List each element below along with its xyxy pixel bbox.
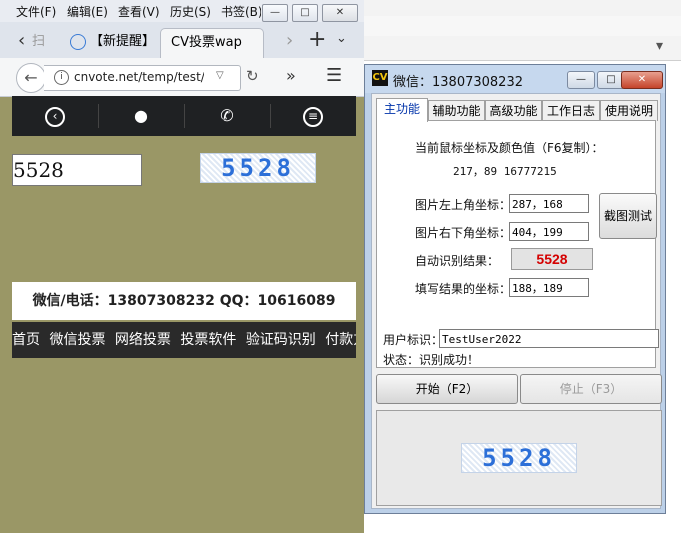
tab-active-label: CV投票wap [171, 35, 242, 50]
hamburger-menu-icon[interactable]: ☰ [326, 65, 342, 86]
background-arrow-icon: ▾ [656, 38, 664, 54]
main-tab-panel: 当前鼠标坐标及颜色值（F6复制）： 217，89 16777215 图片左上角坐… [376, 120, 659, 368]
background-tabbar [356, 16, 681, 37]
captcha-input[interactable]: 5528 [12, 154, 142, 186]
menu-payment[interactable]: 付款方式 [325, 332, 356, 348]
menu-wechat-vote[interactable]: 微信投票 [49, 332, 105, 348]
site-nav: ‹ ● ✆ ≡ [12, 96, 356, 136]
browser-menubar: 文件(F) 编辑(E) 查看(V) 历史(S) 书签(B) — □ ✕ [0, 0, 364, 23]
back-circle-icon[interactable]: ‹ [12, 96, 98, 136]
tool-body: 主功能 辅助功能 高级功能 工作日志 使用说明 当前鼠标坐标及颜色值（F6复制）… [371, 93, 662, 509]
menu-history[interactable]: 历史(S) [170, 3, 211, 20]
bottom-right-label: 图片右下角坐标： [415, 226, 512, 240]
tab-scroll-right-icon[interactable]: › [286, 30, 293, 51]
background-toolbar: ▾ [356, 36, 681, 61]
site-menu: 首页 微信投票 网络投票 投票软件 验证码识别 付款方式 [12, 322, 356, 358]
url-text: cnvote.net/temp/test/w [74, 70, 204, 84]
minimize-button[interactable]: — [262, 4, 288, 22]
user-id-label: 用户标识： [383, 333, 444, 347]
start-button[interactable]: 开始（F2） [376, 374, 518, 404]
top-left-label: 图片左上角坐标： [415, 198, 512, 212]
browser-navbar: ← i cnvote.net/temp/test/w ▽ ↻ » ☰ [0, 58, 364, 97]
back-arrow-icon[interactable]: ← [16, 63, 46, 93]
background-menubar [356, 0, 681, 17]
tab-worklog[interactable]: 工作日志 [542, 100, 600, 121]
mouse-coord-label: 当前鼠标坐标及颜色值（F6复制）： [415, 141, 604, 155]
new-tab-icon[interactable]: + [308, 27, 326, 52]
tab-auxiliary[interactable]: 辅助功能 [428, 100, 485, 121]
top-left-field[interactable]: 287，168 [509, 194, 589, 213]
tab-list-icon[interactable]: ⌄ [336, 31, 347, 46]
status-label: 状态： [383, 353, 420, 367]
overflow-icon[interactable]: » [286, 66, 296, 85]
fill-coord-label: 填写结果的坐标： [415, 282, 512, 296]
app-logo: CV [372, 70, 388, 86]
menu-home[interactable]: 首页 [12, 332, 40, 348]
phone-icon[interactable]: ✆ [184, 96, 270, 136]
url-bar[interactable]: i cnvote.net/temp/test/w ▽ [44, 65, 241, 91]
captcha-preview-image: 5528 [461, 443, 577, 473]
mouse-coord-value: 217，89 16777215 [453, 165, 557, 178]
tab-2-label: 【新提醒】 [90, 34, 156, 49]
bottom-right-field[interactable]: 404，199 [509, 222, 589, 241]
tool-minimize-button[interactable]: — [567, 71, 595, 89]
tool-close-button[interactable]: ✕ [621, 71, 663, 89]
tab-advanced[interactable]: 高级功能 [485, 100, 542, 121]
fill-coord-field[interactable]: 188，189 [509, 278, 589, 297]
tab-2[interactable]: 【新提醒】 [70, 28, 156, 58]
url-dropdown-icon[interactable]: ▽ [216, 70, 224, 81]
browser-window: 文件(F) 编辑(E) 查看(V) 历史(S) 书签(B) — □ ✕ ‹ 扫 … [0, 0, 364, 533]
web-page: ‹ ● ✆ ≡ 5528 5528 微信/电话：13807308232 QQ：1… [12, 96, 356, 533]
globe-icon [70, 33, 86, 50]
user-icon[interactable]: ● [98, 96, 184, 136]
contact-info: 微信/电话：13807308232 QQ：10616089 [12, 282, 356, 320]
list-menu-icon[interactable]: ≡ [270, 96, 356, 136]
tab-help[interactable]: 使用说明 [600, 100, 658, 121]
tab-1[interactable]: 扫 [32, 28, 54, 58]
menu-bookmarks[interactable]: 书签(B) [221, 3, 261, 20]
auto-result-label: 自动识别结果： [415, 254, 500, 268]
menu-edit[interactable]: 编辑(E) [67, 3, 108, 20]
tool-title: 微信：13807308232 [393, 75, 523, 90]
menu-vote-software[interactable]: 投票软件 [180, 332, 236, 348]
tab-main[interactable]: 主功能 [376, 98, 428, 122]
user-id-field[interactable]: TestUser2022 [439, 329, 659, 348]
capture-test-button[interactable]: 截图测试 [599, 193, 657, 239]
tab-active[interactable]: CV投票wap [160, 28, 264, 58]
tool-titlebar: CV 微信：13807308232 — □ ✕ [365, 65, 665, 93]
menu-online-vote[interactable]: 网络投票 [115, 332, 171, 348]
reload-icon[interactable]: ↻ [246, 67, 259, 85]
menu-captcha-recognition[interactable]: 验证码识别 [246, 332, 316, 348]
tab-scroll-left-icon[interactable]: ‹ [18, 30, 25, 51]
close-button[interactable]: ✕ [322, 4, 358, 22]
browser-tabbar: ‹ 扫 【新提醒】 CV投票wap › + ⌄ [0, 22, 364, 59]
tab-1-label: 扫 [32, 34, 46, 49]
auto-result-value: 5528 [511, 248, 593, 270]
status-value: 识别成功！ [419, 353, 480, 367]
captcha-tool-window: CV 微信：13807308232 — □ ✕ 主功能 辅助功能 高级功能 工作… [364, 64, 666, 514]
stop-button[interactable]: 停止（F3） [520, 374, 662, 404]
captcha-preview-panel: 5528 [376, 410, 662, 506]
captcha-image: 5528 [200, 153, 316, 183]
menu-view[interactable]: 查看(V) [118, 3, 160, 20]
menu-file[interactable]: 文件(F) [16, 3, 56, 20]
maximize-button[interactable]: □ [292, 4, 318, 22]
info-icon[interactable]: i [54, 70, 69, 85]
